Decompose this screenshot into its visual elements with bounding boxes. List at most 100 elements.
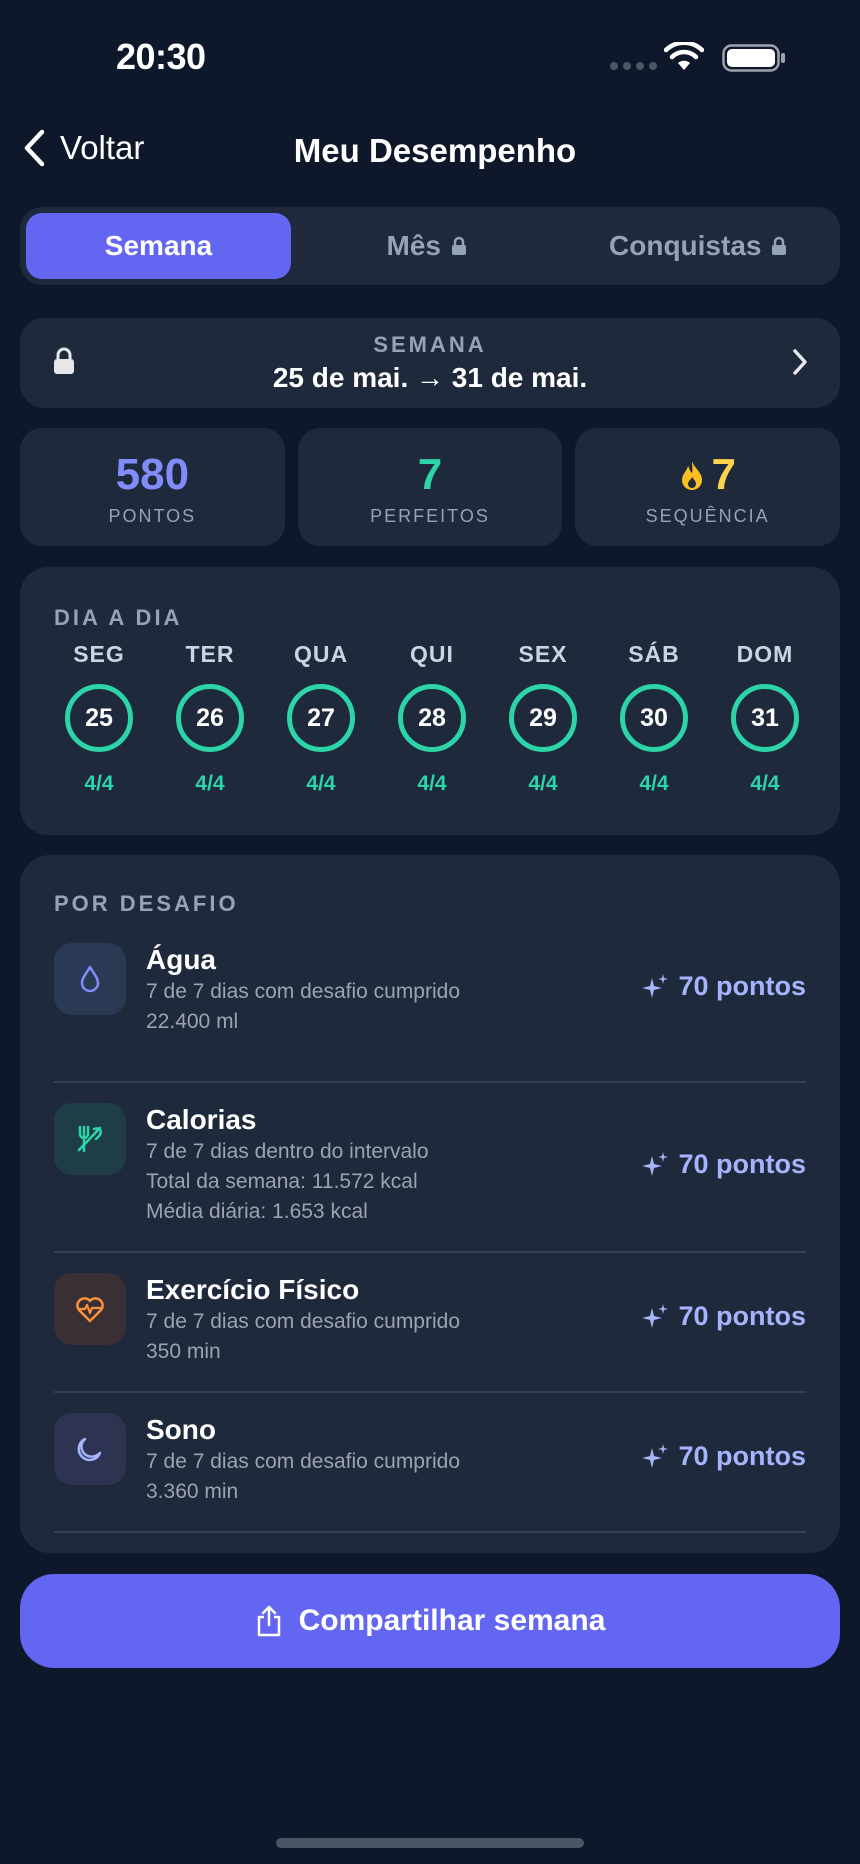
week-selector: SEMANA 25 de mai. → 31 de mai. xyxy=(20,318,840,408)
flame-icon xyxy=(682,461,703,490)
day-circle[interactable]: 28 xyxy=(398,684,466,752)
summary-stats: 580 PONTOS 7 PERFEITOS 7 SEQUÊNCIA xyxy=(20,428,841,546)
day-circle[interactable]: 29 xyxy=(509,684,577,752)
battery-icon xyxy=(722,44,785,72)
perfect-stat: 7 PERFEITOS xyxy=(297,428,563,546)
points-value: 580 xyxy=(20,450,285,500)
challenge-name: Sono xyxy=(146,1414,216,1445)
sparkles-icon xyxy=(642,973,669,998)
home-indicator xyxy=(276,1838,584,1848)
points-text: 70 pontos xyxy=(678,1149,806,1179)
day-item: SEX 29 4/4 xyxy=(499,641,587,796)
day-score: 4/4 xyxy=(639,772,669,795)
day-item: DOM 31 4/4 xyxy=(721,641,809,796)
week-range: 25 de mai. → 31 de mai. xyxy=(272,362,588,393)
tab-label: Mês xyxy=(386,230,441,261)
day-score: 4/4 xyxy=(750,772,780,795)
lock-icon xyxy=(451,236,466,255)
streak-value: 7 xyxy=(575,450,840,500)
section-title: DIA A DIA xyxy=(54,605,183,630)
period-tabs: Semana Mês Conquistas xyxy=(20,207,840,285)
share-icon xyxy=(257,1605,280,1637)
points-text: 70 pontos xyxy=(678,1441,806,1471)
sparkles-icon xyxy=(642,1303,669,1328)
tab-semana[interactable]: Semana xyxy=(26,213,291,279)
streak-stat: 7 SEQUÊNCIA xyxy=(575,428,841,546)
challenge-detail: Média diária: 1.653 kcal xyxy=(146,1200,368,1223)
status-bar: 20:30 xyxy=(0,0,860,110)
challenge-item-exercicio[interactable]: Exercício Físico 7 de 7 dias com desafio… xyxy=(54,1253,806,1393)
section-title: POR DESAFIO xyxy=(54,891,239,916)
challenge-points: 70 pontos xyxy=(640,1441,806,1472)
challenge-detail: 7 de 7 dias com desafio cumprido xyxy=(146,1310,461,1333)
day-name: SÁB xyxy=(628,641,680,667)
challenge-detail: 7 de 7 dias com desafio cumprido xyxy=(146,980,461,1003)
share-label: Compartilhar semana xyxy=(298,1604,606,1637)
challenges-card: POR DESAFIO Água 7 de 7 dias com desafio… xyxy=(20,855,840,1553)
tab-label: Semana xyxy=(104,230,213,261)
perfect-number: 7 xyxy=(417,450,443,499)
tab-conquistas[interactable]: Conquistas xyxy=(563,213,835,279)
sparkles-icon xyxy=(642,1443,669,1468)
day-circle[interactable]: 26 xyxy=(176,684,244,752)
day-name: QUI xyxy=(410,641,454,667)
heart-pulse-icon xyxy=(54,1273,126,1345)
day-score: 4/4 xyxy=(195,772,225,795)
daily-card: DIA A DIA SEG 25 4/4 TER 26 4/4 QUA 27 4… xyxy=(20,567,840,835)
challenge-item-calorias[interactable]: Calorias 7 de 7 dias dentro do intervalo… xyxy=(54,1083,806,1253)
tab-mes[interactable]: Mês xyxy=(291,213,563,279)
challenge-detail: 7 de 7 dias dentro do intervalo xyxy=(146,1140,429,1163)
day-circle[interactable]: 25 xyxy=(65,684,133,752)
day-circle[interactable]: 31 xyxy=(731,684,799,752)
challenge-detail: 22.400 ml xyxy=(146,1010,239,1033)
chevron-right-icon[interactable] xyxy=(792,348,808,376)
day-item: TER 26 4/4 xyxy=(166,641,254,796)
points-stat: 580 PONTOS xyxy=(20,428,285,546)
challenge-points: 70 pontos xyxy=(640,971,806,1002)
week-caption: SEMANA xyxy=(373,332,487,357)
day-item: SÁB 30 4/4 xyxy=(610,641,698,796)
day-name: TER xyxy=(185,641,235,667)
challenge-item-agua[interactable]: Água 7 de 7 dias com desafio cumprido 22… xyxy=(54,943,806,1083)
page-title: Meu Desempenho xyxy=(293,132,577,169)
status-time: 20:30 xyxy=(116,36,206,77)
water-drop-icon xyxy=(54,943,126,1015)
challenge-item-sono[interactable]: Sono 7 de 7 dias com desafio cumprido 3.… xyxy=(54,1393,806,1533)
day-name: SEX xyxy=(518,641,568,667)
challenge-detail: 7 de 7 dias com desafio cumprido xyxy=(146,1450,461,1473)
day-score: 4/4 xyxy=(528,772,558,795)
days-row: SEG 25 4/4 TER 26 4/4 QUA 27 4/4 QUI 28 … xyxy=(55,641,809,796)
share-week-button[interactable]: Compartilhar semana xyxy=(20,1574,840,1668)
points-text: 70 pontos xyxy=(678,971,806,1001)
day-score: 4/4 xyxy=(84,772,114,795)
points-text: 70 pontos xyxy=(678,1301,806,1331)
signal-icon xyxy=(610,62,657,70)
streak-number: 7 xyxy=(711,450,736,499)
day-circle[interactable]: 30 xyxy=(620,684,688,752)
day-score: 4/4 xyxy=(306,772,336,795)
day-name: SEG xyxy=(73,641,125,667)
moon-icon xyxy=(54,1413,126,1485)
day-item: QUA 27 4/4 xyxy=(277,641,365,796)
streak-label: SEQUÊNCIA xyxy=(645,506,770,526)
challenge-points: 70 pontos xyxy=(640,1301,806,1332)
navigation-bar: Voltar Meu Desempenho xyxy=(0,120,860,184)
challenge-detail: 350 min xyxy=(146,1340,221,1363)
day-item: QUI 28 4/4 xyxy=(388,641,476,796)
challenge-detail: 3.360 min xyxy=(146,1480,239,1503)
challenge-name: Calorias xyxy=(146,1104,257,1135)
challenge-detail: Total da semana: 11.572 kcal xyxy=(146,1170,418,1193)
points-label: PONTOS xyxy=(108,506,197,526)
lock-icon xyxy=(772,236,787,255)
tab-label: Conquistas xyxy=(609,230,762,261)
day-circle[interactable]: 27 xyxy=(287,684,355,752)
perfect-label: PERFEITOS xyxy=(370,506,490,526)
challenge-list: Água 7 de 7 dias com desafio cumprido 22… xyxy=(54,943,806,1533)
day-name: QUA xyxy=(293,641,349,667)
perfect-value: 7 xyxy=(298,450,563,500)
fork-knife-icon xyxy=(54,1103,126,1175)
challenge-name: Água xyxy=(146,944,216,975)
day-item: SEG 25 4/4 xyxy=(55,641,143,796)
wifi-icon xyxy=(664,42,704,70)
challenge-name: Exercício Físico xyxy=(146,1274,360,1305)
